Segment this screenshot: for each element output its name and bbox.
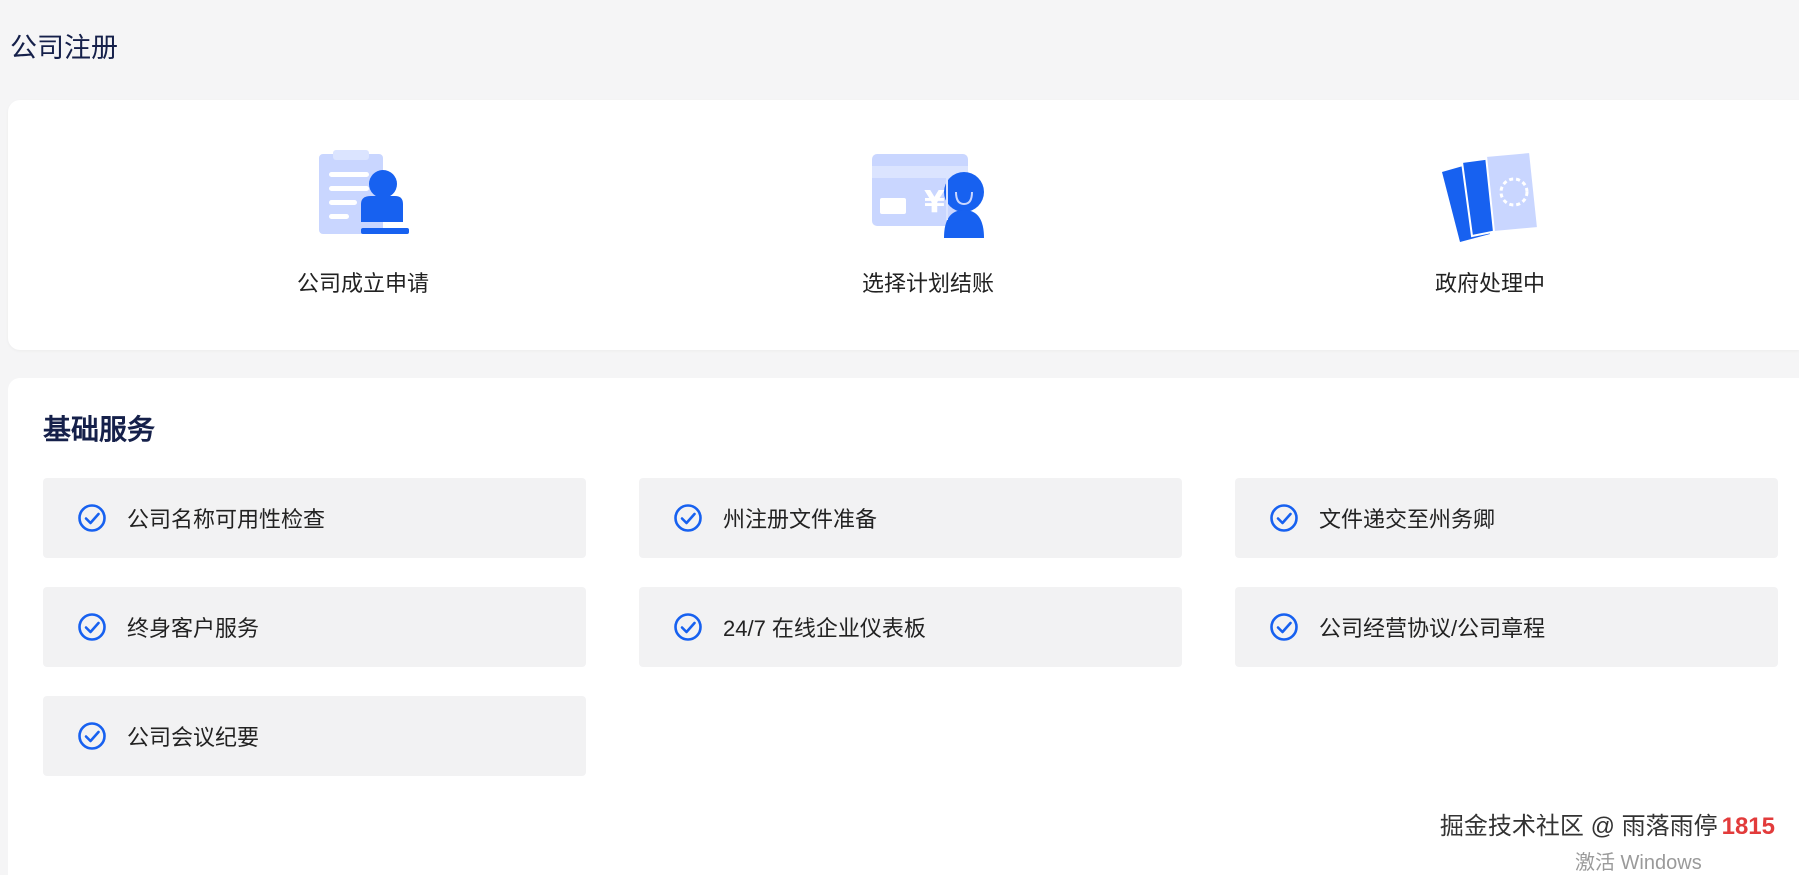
service-label: 文件递交至州务卿 xyxy=(1319,507,1496,532)
check-circle-icon xyxy=(674,504,702,532)
step-label: 公司成立申请 xyxy=(296,271,429,296)
step-company-application: 公司成立申请 xyxy=(213,148,513,298)
check-circle-icon xyxy=(1270,613,1298,641)
activate-windows-overlay: 激活 Windows xyxy=(1575,852,1702,874)
svg-text:¥: ¥ xyxy=(924,185,945,220)
check-circle-icon xyxy=(1270,504,1298,532)
section-title: 基础服务 xyxy=(43,414,156,445)
watermark-text: 掘金技术社区 @ 雨落雨停 xyxy=(1439,813,1718,840)
step-choose-plan-checkout: ¥ 选择计划结账 xyxy=(778,148,1078,298)
service-item: 24/7 在线企业仪表板 xyxy=(639,587,1182,667)
service-item: 州注册文件准备 xyxy=(639,478,1182,558)
check-circle-icon xyxy=(78,504,106,532)
service-label: 终身客户服务 xyxy=(127,616,260,641)
page-title: 公司注册 xyxy=(10,33,118,63)
service-item: 终身客户服务 xyxy=(43,587,586,667)
watermark-number: 1815 xyxy=(1721,813,1775,840)
basic-services-card: 基础服务 公司名称可用性检查 州注册文件准备 文件递交至州务卿 终身客户服务 2… xyxy=(8,378,1799,875)
service-label: 公司会议纪要 xyxy=(127,725,260,750)
service-label: 24/7 在线企业仪表板 xyxy=(723,616,926,641)
clipboard-person-icon xyxy=(319,150,409,234)
service-item: 公司经营协议/公司章程 xyxy=(1235,587,1778,667)
service-item: 文件递交至州务卿 xyxy=(1235,478,1778,558)
check-circle-icon xyxy=(78,613,106,641)
check-circle-icon xyxy=(674,613,702,641)
service-label: 公司名称可用性检查 xyxy=(127,507,326,532)
service-item: 公司名称可用性检查 xyxy=(43,478,586,558)
step-government-processing: 政府处理中 xyxy=(1340,148,1640,298)
registration-steps-card: 公司成立申请 ¥ 选择计划结账 政府处理中 xyxy=(8,100,1799,350)
step-label: 政府处理中 xyxy=(1434,271,1545,296)
step-label: 选择计划结账 xyxy=(861,271,994,296)
check-circle-icon xyxy=(78,722,106,750)
service-item: 公司会议纪要 xyxy=(43,696,586,776)
documents-stack-icon xyxy=(1442,150,1540,242)
service-label: 州注册文件准备 xyxy=(723,507,878,532)
card-yen-person-icon: ¥ xyxy=(872,154,984,238)
watermark: 掘金技术社区 @ 雨落雨停 1815 xyxy=(1440,806,1775,841)
service-label: 公司经营协议/公司章程 xyxy=(1319,616,1546,641)
